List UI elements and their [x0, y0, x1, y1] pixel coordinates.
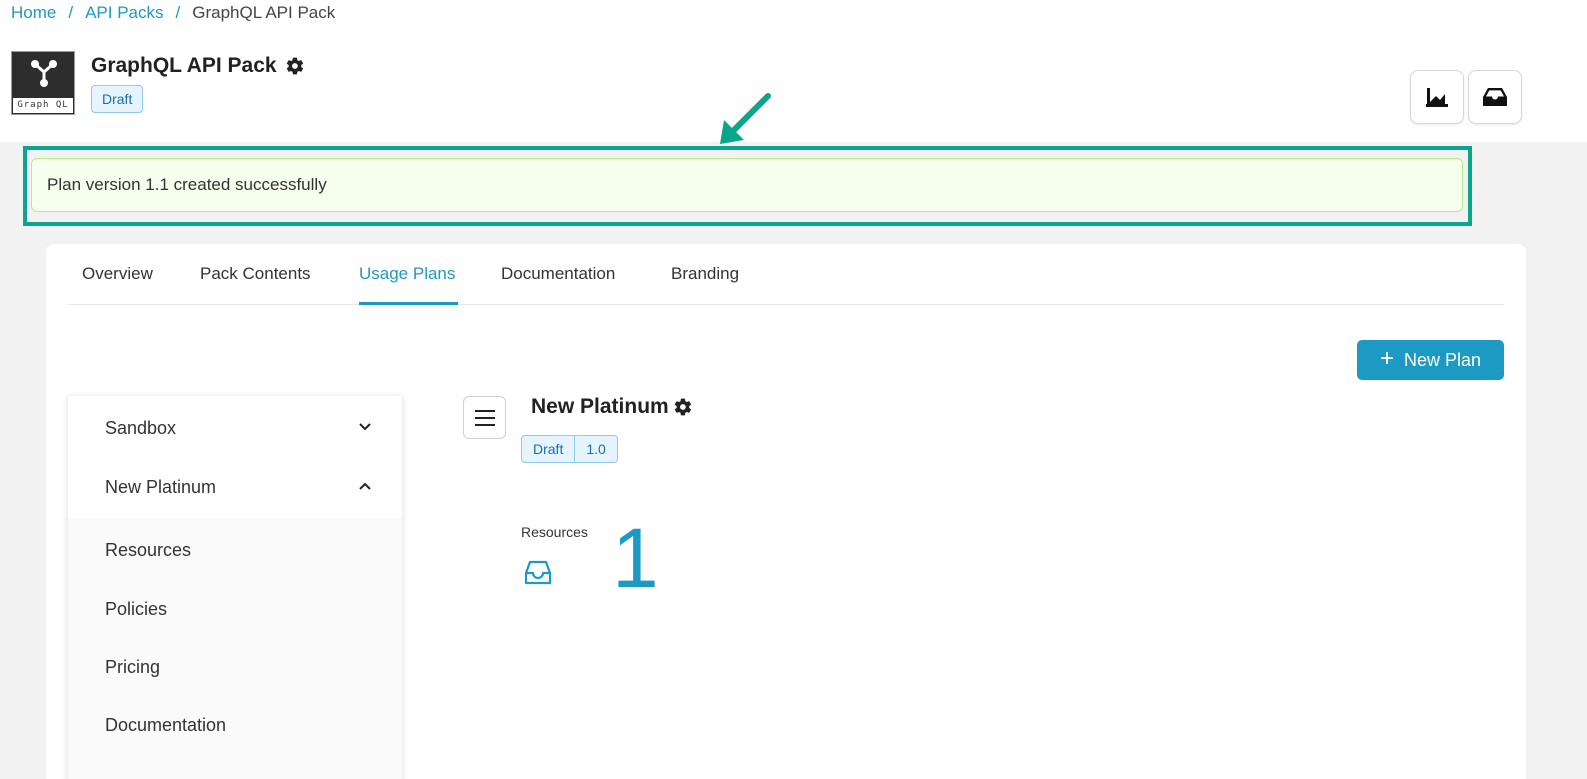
resources-label: Resources: [521, 524, 588, 540]
pack-title-text: GraphQL API Pack: [91, 54, 277, 77]
resources-count: 1: [612, 511, 659, 605]
settings-gear-icon[interactable]: [285, 56, 305, 76]
chevron-down-icon: [359, 423, 371, 431]
breadcrumb-separator: /: [68, 3, 74, 22]
analytics-button[interactable]: [1410, 70, 1464, 124]
main-panel: Overview Pack Contents Usage Plans Docum…: [46, 244, 1526, 779]
factory-chart-icon: [1426, 88, 1448, 107]
graphql-logo-icon: [31, 60, 57, 87]
tab-pack-contents[interactable]: Pack Contents: [200, 264, 311, 284]
tab-branding[interactable]: Branding: [671, 264, 739, 284]
breadcrumb: Home / API Packs / GraphQL API Pack: [11, 3, 335, 23]
chevron-up-icon: [359, 482, 371, 490]
plan-badges: Draft 1.0: [521, 435, 618, 463]
inbox-icon: [1483, 88, 1507, 106]
plan-title: New Platinum: [531, 395, 693, 419]
tab-usage-plans[interactable]: Usage Plans: [359, 264, 455, 284]
sidebar-submenu: Resources Policies Pricing Documentation: [68, 518, 402, 779]
page-title: GraphQL API Pack: [91, 54, 305, 78]
sidebar-subitem-pricing[interactable]: Pricing: [68, 657, 402, 678]
inbox-button[interactable]: [1468, 70, 1522, 124]
logo-text: Graph QL: [13, 98, 73, 113]
sidebar-item-label: New Platinum: [105, 477, 217, 497]
breadcrumb-home[interactable]: Home: [11, 3, 56, 23]
annotation-arrow-icon: [720, 93, 771, 144]
breadcrumb-current: GraphQL API Pack: [192, 3, 336, 22]
plan-title-text: New Platinum: [531, 395, 669, 418]
active-tab-indicator: [359, 302, 458, 305]
sidebar-item-label: Sandbox: [105, 418, 177, 438]
success-alert: Plan version 1.1 created successfully: [31, 158, 1463, 212]
breadcrumb-api-packs[interactable]: API Packs: [85, 3, 163, 23]
new-plan-label: New Plan: [1403, 349, 1482, 370]
new-plan-button[interactable]: + New Plan: [1357, 340, 1504, 380]
pack-logo: Graph QL: [11, 51, 75, 115]
plan-sidebar: Sandbox New Platinum Resources Policies …: [68, 396, 402, 779]
sidebar-subitem-documentation[interactable]: Documentation: [68, 715, 402, 736]
breadcrumb-separator: /: [175, 3, 181, 22]
page-header: Home / API Packs / GraphQL API Pack Grap…: [0, 0, 1587, 142]
status-tag: Draft: [91, 85, 144, 113]
plan-status-tag: Draft: [521, 435, 576, 463]
inbox-outline-icon: [524, 560, 552, 585]
sidebar-item-new-platinum[interactable]: New Platinum: [68, 477, 402, 498]
tab-documentation[interactable]: Documentation: [501, 264, 615, 284]
sidebar-subitem-resources[interactable]: Resources: [68, 540, 402, 561]
plus-icon: +: [1379, 345, 1394, 372]
alert-message: Plan version 1.1 created successfully: [47, 175, 327, 194]
sidebar-item-sandbox[interactable]: Sandbox: [68, 418, 402, 439]
plan-settings-gear-icon[interactable]: [673, 397, 693, 417]
tab-bar: Overview Pack Contents Usage Plans Docum…: [68, 244, 1504, 305]
sidebar-subitem-policies[interactable]: Policies: [68, 599, 402, 620]
hamburger-menu-icon: [474, 409, 495, 426]
menu-toggle-button[interactable]: [463, 396, 506, 439]
tab-overview[interactable]: Overview: [82, 264, 153, 284]
plan-version-tag: 1.0: [575, 435, 618, 463]
pack-status-badge: Draft: [91, 85, 144, 113]
